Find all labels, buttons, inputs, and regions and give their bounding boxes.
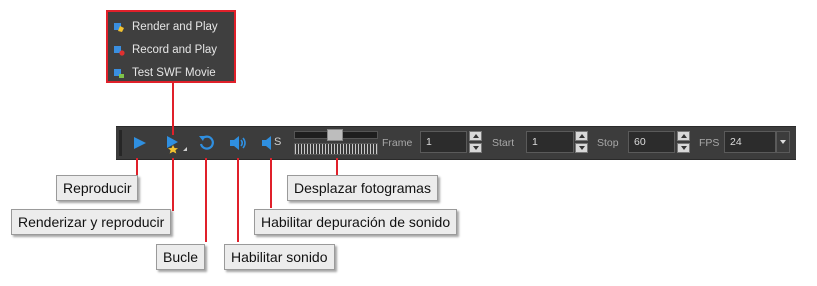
callout-render-play: Renderizar y reproducir bbox=[11, 209, 172, 235]
playback-toolbar: S Frame 1 Start 1 Stop 60 FPS 24 bbox=[116, 126, 796, 160]
fps-label: FPS bbox=[699, 137, 720, 149]
scrubber-thumb[interactable] bbox=[327, 129, 343, 141]
fps-select[interactable]: 24 bbox=[724, 131, 776, 153]
start-stepper[interactable] bbox=[575, 131, 588, 153]
callout-sound: Habilitar sonido bbox=[224, 244, 335, 270]
stop-stepper[interactable] bbox=[677, 131, 690, 153]
menu-item-render-and-play[interactable]: Render and Play bbox=[114, 18, 218, 36]
stop-label: Stop bbox=[597, 137, 619, 149]
play-icon bbox=[134, 137, 146, 149]
menu-item-test-swf-movie[interactable]: Test SWF Movie bbox=[114, 64, 216, 82]
callout-loop: Bucle bbox=[156, 244, 206, 270]
callout-line-menu bbox=[172, 83, 174, 135]
speaker-icon bbox=[230, 136, 246, 150]
swf-movie-icon bbox=[114, 68, 125, 79]
fps-dropdown-button[interactable] bbox=[776, 131, 790, 153]
callout-line-render-play bbox=[172, 158, 174, 211]
play-button[interactable] bbox=[130, 133, 150, 153]
render-and-play-button[interactable] bbox=[164, 133, 187, 154]
callout-frame-scrub: Desplazar fotogramas bbox=[287, 175, 438, 201]
callout-line-sound-scrub bbox=[270, 158, 272, 208]
stop-field[interactable]: 60 bbox=[628, 131, 675, 153]
frame-scrubber[interactable] bbox=[294, 129, 378, 156]
scrubber-ticks[interactable] bbox=[294, 143, 378, 155]
start-label: Start bbox=[492, 137, 515, 149]
render-play-icon bbox=[114, 22, 125, 33]
speaker-scrub-icon bbox=[262, 136, 271, 150]
frame-stepper[interactable] bbox=[469, 131, 482, 153]
record-play-icon bbox=[114, 45, 125, 56]
toolbar-grip[interactable] bbox=[119, 130, 122, 156]
frame-label: Frame bbox=[382, 137, 413, 149]
render-and-play-icon bbox=[167, 136, 187, 154]
playback-dropdown-menu: Render and Play Record and Play Test SWF… bbox=[106, 10, 236, 83]
menu-item-record-and-play[interactable]: Record and Play bbox=[114, 41, 217, 59]
callout-line-loop bbox=[205, 158, 207, 242]
callout-play: Reproducir bbox=[56, 175, 139, 201]
loop-icon bbox=[199, 135, 214, 150]
callout-line-sound bbox=[237, 158, 239, 242]
frame-field[interactable]: 1 bbox=[420, 131, 467, 153]
sound-button[interactable] bbox=[228, 133, 248, 153]
sound-scrub-letter: S bbox=[274, 136, 282, 148]
callout-line-frame-scrub bbox=[336, 158, 338, 176]
start-field[interactable]: 1 bbox=[526, 131, 574, 153]
loop-button[interactable] bbox=[196, 133, 216, 153]
sound-scrub-button[interactable]: S bbox=[261, 133, 285, 153]
menu-item-label: Render and Play bbox=[132, 21, 218, 33]
menu-item-label: Test SWF Movie bbox=[132, 67, 216, 79]
menu-item-label: Record and Play bbox=[132, 44, 218, 56]
callout-sound-scrub: Habilitar depuración de sonido bbox=[254, 209, 458, 235]
